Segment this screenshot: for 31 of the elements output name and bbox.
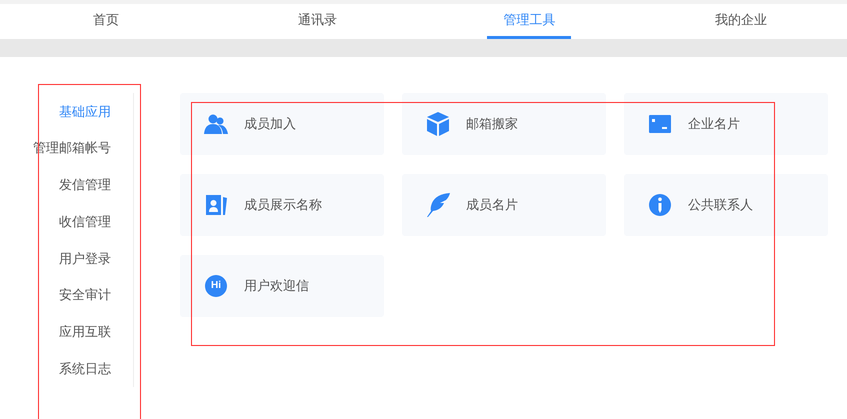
tool-label: 公共联系人: [688, 196, 753, 214]
box-icon: [427, 112, 449, 136]
tool-card[interactable]: 邮箱搬家: [402, 93, 606, 155]
info-icon: [649, 194, 671, 216]
tool-label: 用户欢迎信: [244, 277, 309, 296]
feather-icon: [426, 193, 450, 217]
nav-tab[interactable]: 通讯录: [282, 4, 354, 39]
tool-label: 成员展示名称: [244, 196, 322, 214]
id-card-icon: [649, 115, 671, 133]
tool-label: 成员名片: [466, 196, 518, 214]
tool-card[interactable]: 成员展示名称: [180, 174, 384, 236]
nav-tab[interactable]: 我的企业: [699, 4, 784, 39]
sidebar-item[interactable]: 用户登录: [59, 240, 111, 277]
sidebar-item[interactable]: 收信管理: [59, 203, 111, 240]
contact-card-icon: [205, 194, 227, 216]
tool-card[interactable]: 企业名片: [624, 93, 828, 155]
sidebar-item[interactable]: 发信管理: [59, 166, 111, 204]
sidebar-item[interactable]: 系统日志: [59, 350, 111, 387]
sidebar-item[interactable]: 基础应用: [59, 93, 111, 130]
tool-label: 成员加入: [244, 115, 296, 134]
nav-tab[interactable]: 首页: [76, 4, 135, 39]
people-icon: [204, 114, 228, 134]
sidebar-item[interactable]: 安全审计: [59, 276, 111, 314]
tool-label: 企业名片: [688, 115, 740, 134]
tool-card[interactable]: 公共联系人: [624, 174, 828, 236]
tool-label: 邮箱搬家: [466, 115, 518, 134]
tool-card[interactable]: Hi 用户欢迎信: [180, 255, 384, 317]
tool-card[interactable]: 成员加入: [180, 93, 384, 155]
sidebar-item[interactable]: 应用互联: [59, 314, 111, 350]
tool-card[interactable]: 成员名片: [402, 174, 606, 236]
chat-bubble-icon: Hi: [205, 275, 227, 297]
